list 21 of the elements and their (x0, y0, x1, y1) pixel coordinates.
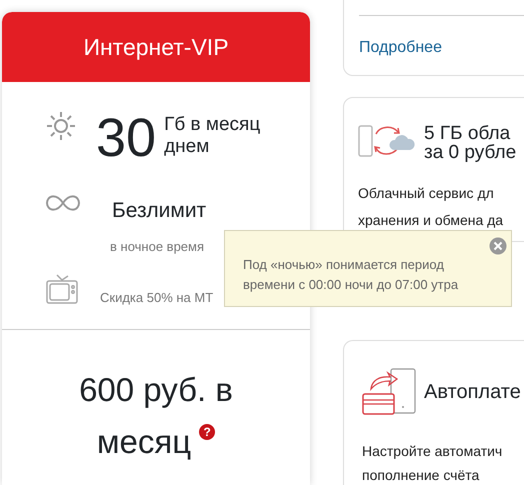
card-phone-transfer-icon (362, 367, 416, 415)
sun-icon (46, 111, 76, 141)
help-icon[interactable]: ? (199, 424, 216, 440)
price-text: месяц (96, 422, 192, 460)
plan-title: Интернет-VIP (2, 12, 310, 82)
night-note: в ночное время (110, 238, 206, 256)
tv-icon (46, 274, 78, 304)
card-description: Настройте автоматич пополнение счёта (362, 442, 504, 485)
data-unit: Гб в месяц днем (164, 114, 260, 158)
tooltip-text: Под «ночью» понимается период времени с 00:00 ночи до 07:00 утра (243, 256, 460, 294)
card-title: Автоплате (424, 383, 521, 405)
price-text: 600 руб. в (79, 370, 233, 408)
card-description: Облачный сервис дл хранения и обмена да (358, 184, 504, 230)
details-link[interactable]: Подробнее (359, 36, 442, 60)
infinity-icon (46, 195, 80, 211)
discount-note: Скидка 50% на МТ (100, 289, 214, 307)
data-amount: 30 (96, 111, 156, 165)
card-title: 5 ГБ обла за 0 рубле (424, 124, 516, 162)
unlimited-label: Безлимит (112, 198, 206, 224)
close-icon[interactable] (489, 237, 507, 255)
phone-cloud-sync-icon (358, 124, 416, 158)
